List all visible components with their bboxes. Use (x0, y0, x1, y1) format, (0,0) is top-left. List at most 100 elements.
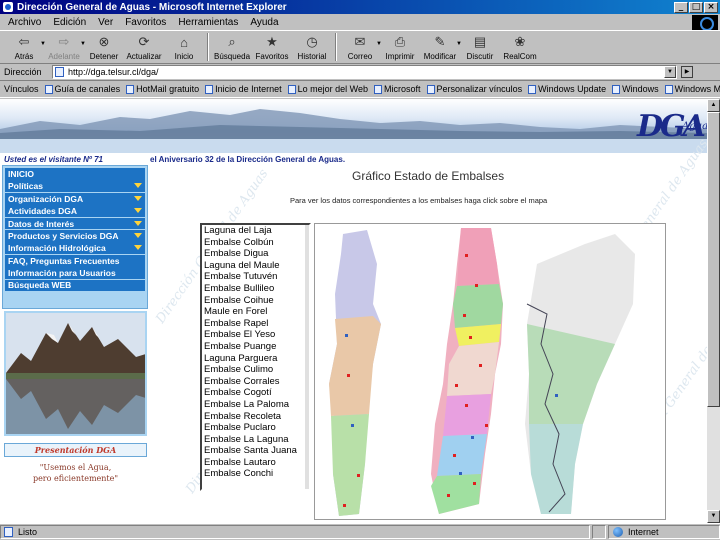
dam-list-item[interactable]: Embalse El Yeso (202, 329, 309, 341)
dam-list-item[interactable]: Embalse Lautaro (202, 457, 309, 469)
toolbar-button-label: Búsqueda (213, 52, 251, 61)
menu-ayuda[interactable]: Ayuda (244, 17, 284, 28)
scroll-down-icon[interactable]: ▼ (707, 510, 720, 523)
ie-page-icon (3, 2, 13, 12)
mail-icon: ✉ (354, 34, 366, 49)
dam-list-item[interactable]: Laguna Parguera (202, 353, 309, 365)
address-value: http://dga.telsur.cl/dga/ (68, 67, 159, 77)
nav-item[interactable]: Búsqueda WEB (5, 279, 145, 292)
toolbar-button-messenger[interactable]: ❀ RealCom (500, 31, 540, 61)
link-item[interactable]: Inicio de Internet (205, 84, 282, 94)
nav-item[interactable]: Organización DGA (5, 192, 145, 205)
menu-ver[interactable]: Ver (92, 17, 119, 28)
dam-list-item[interactable]: Embalse Puange (202, 341, 309, 353)
toolbar-button-favorites[interactable]: ★ Favoritos (252, 31, 292, 61)
link-item[interactable]: Windows (612, 84, 659, 94)
minimize-button[interactable]: _ (674, 1, 688, 13)
nav-item[interactable]: Políticas (5, 180, 145, 193)
chile-reservoir-map[interactable] (314, 223, 666, 520)
dam-list-item[interactable]: Embalse Conchi (202, 468, 309, 480)
link-page-icon (287, 84, 296, 94)
menu-favoritos[interactable]: Favoritos (119, 17, 172, 28)
links-label: Vínculos (4, 84, 39, 94)
dam-list-item[interactable]: Embalse Recoleta (202, 411, 309, 423)
nav-item[interactable]: INICIO (5, 168, 145, 180)
toolbar-button-print[interactable]: ⎙ Imprimir (380, 31, 420, 61)
discuss-icon: ▤ (473, 34, 487, 49)
toolbar-button-search[interactable]: ⌕ Búsqueda (212, 31, 252, 61)
toolbar-button-forward-arrow[interactable]: ⇨ Adelante ▼ (44, 31, 86, 61)
toolbar-button-mail[interactable]: ✉ Correo ▼ (340, 31, 382, 61)
maximize-button[interactable]: □ (689, 1, 703, 13)
scroll-thumb[interactable] (707, 112, 720, 407)
nav-item[interactable]: FAQ, Preguntas Frecuentes (5, 254, 145, 267)
dam-list-item[interactable]: Embalse Cogotí (202, 387, 309, 399)
menu-bar: Archivo Edición Ver Favoritos Herramient… (0, 14, 720, 31)
dam-list-item[interactable]: Laguna del Laja (202, 225, 309, 237)
address-label: Dirección (4, 67, 42, 77)
menu-herramientas[interactable]: Herramientas (172, 17, 244, 28)
nav-item[interactable]: Productos y Servicios DGA (5, 229, 145, 242)
toolbar-button-label: Actualizar (126, 52, 162, 61)
menu-edicion[interactable]: Edición (47, 17, 92, 28)
link-item[interactable]: Personalizar vínculos (426, 84, 522, 94)
dam-list-item[interactable]: Embalse Corrales (202, 376, 309, 388)
link-item[interactable]: Windows Media (664, 84, 720, 94)
toolbar-button-label: Discutir (466, 52, 494, 61)
status-bar: Listo Internet (0, 523, 720, 540)
dam-list-item[interactable]: Embalse Santa Juana (202, 445, 309, 457)
home-icon: ⌂ (180, 34, 188, 50)
torres-del-paine-photo (4, 311, 147, 436)
dam-list-item[interactable]: Embalse Culimo (202, 364, 309, 376)
toolbar-button-stop[interactable]: ⊗ Detener (84, 31, 124, 61)
link-item[interactable]: HotMail gratuito (126, 84, 199, 94)
toolbar-button-label: Historial (297, 52, 327, 61)
presentacion-dga-link[interactable]: Presentación DGA (4, 443, 147, 457)
dam-list-item[interactable]: Embalse Puclaro (202, 422, 309, 434)
dam-list-item[interactable]: Embalse La Laguna (202, 434, 309, 446)
link-item[interactable]: Lo mejor del Web (287, 84, 368, 94)
address-dropdown-icon[interactable]: ▼ (664, 66, 676, 78)
links-bar: Vínculos Guía de canales HotMail gratuito… (0, 80, 720, 98)
close-button[interactable]: × (704, 1, 718, 13)
nav-item[interactable]: Información para Usuarios (5, 267, 145, 280)
toolbar-button-home[interactable]: ⌂ Inicio (164, 31, 204, 62)
link-item[interactable]: Microsoft (374, 84, 421, 94)
toolbar-button-edit[interactable]: ✎ Modificar ▼ (420, 31, 462, 61)
dam-list-item[interactable]: Laguna del Maule (202, 260, 309, 272)
mountains-illustration (0, 109, 707, 153)
dam-list-item[interactable]: Embalse Tutuvén (202, 271, 309, 283)
link-page-icon (374, 84, 383, 94)
nav-item[interactable]: Actividades DGA (5, 205, 145, 218)
dam-list-item[interactable]: Embalse Digua (202, 248, 309, 260)
status-text: Listo (18, 527, 38, 537)
nav-item[interactable]: Información Hidrológica (5, 242, 145, 255)
toolbar-button-discuss[interactable]: ▤ Discutir (460, 31, 500, 61)
dam-list-item[interactable]: Embalse Rapel (202, 318, 309, 330)
menu-archivo[interactable]: Archivo (2, 17, 47, 28)
toolbar-button-back-arrow[interactable]: ⇦ Atrás ▼ (4, 31, 46, 61)
link-item[interactable]: Guía de canales (44, 84, 120, 94)
dam-list-item[interactable]: Embalse Bullileo (202, 283, 309, 295)
go-arrow-icon[interactable]: ▶ (681, 66, 693, 78)
refresh-icon: ⟳ (138, 34, 150, 49)
toolbar-button-refresh[interactable]: ⟳ Actualizar (124, 31, 164, 61)
dam-list-item[interactable]: Embalse La Paloma (202, 399, 309, 411)
address-input[interactable]: http://dga.telsur.cl/dga/ ▼ (52, 65, 677, 79)
page-vertical-scrollbar[interactable]: ▲ ▼ (707, 99, 720, 523)
dam-list[interactable]: Laguna del Laja Embalse Colbún Embalse Dig… (200, 223, 311, 491)
address-bar: Dirección http://dga.telsur.cl/dga/ ▼ ▶ (0, 64, 720, 80)
toolbar-button-history[interactable]: ◷ Historial (292, 31, 332, 61)
link-label: Windows Update (538, 84, 607, 94)
back-arrow-icon: ⇦ (18, 34, 30, 49)
dam-list-item[interactable]: Maule en Forel (202, 306, 309, 318)
nav-item[interactable]: Datos de Interés (5, 217, 145, 230)
standard-toolbar: ⇦ Atrás ▼ ⇨ Adelante ▼ ⊗ Detener ⟳ Actualizar ⌂ Ini… (0, 30, 720, 64)
submenu-arrow-icon (134, 208, 142, 214)
scroll-up-icon[interactable]: ▲ (707, 99, 720, 112)
dam-list-item[interactable]: Embalse Colbún (202, 237, 309, 249)
dam-list-scrollbar[interactable] (305, 225, 309, 489)
toolbar-button-label: Imprimir (385, 52, 415, 61)
dam-list-item[interactable]: Embalse Coihue (202, 295, 309, 307)
link-item[interactable]: Windows Update (528, 84, 606, 94)
